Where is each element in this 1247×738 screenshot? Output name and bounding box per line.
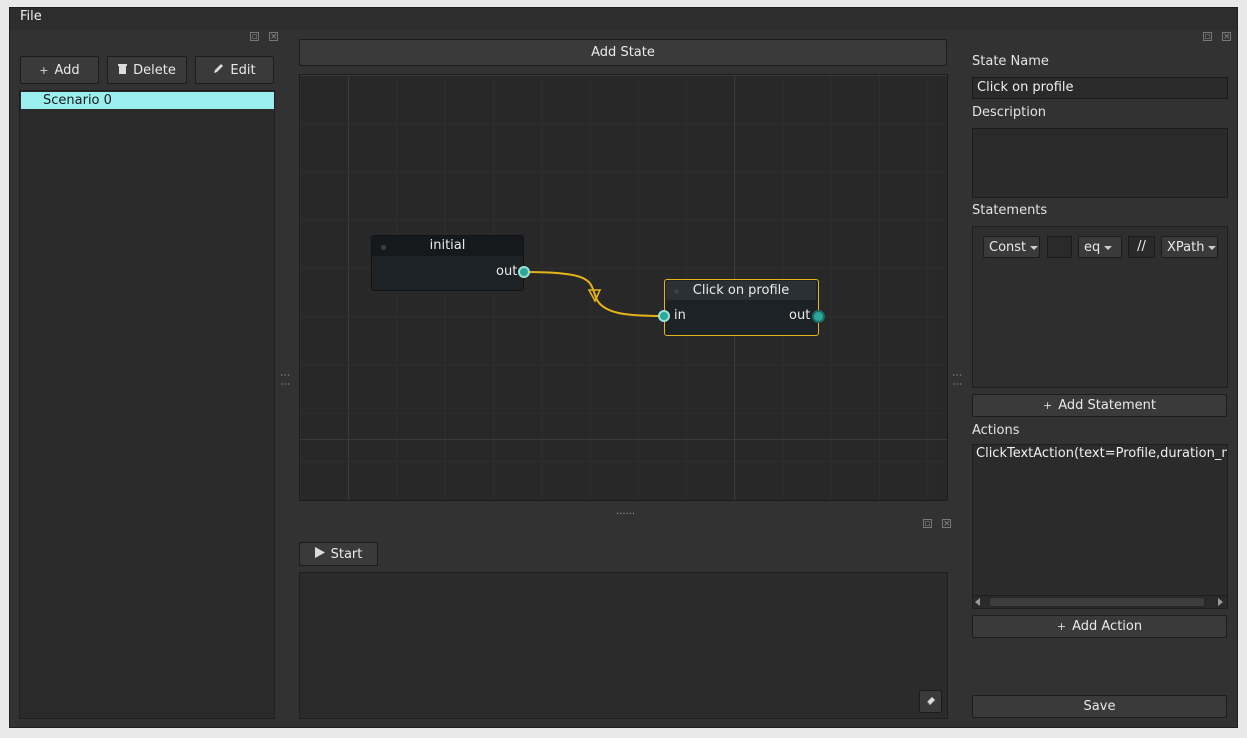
dock-close-icon[interactable]: ×	[1222, 32, 1231, 42]
input-port[interactable]	[658, 310, 670, 322]
state-name-input[interactable]: Click on profile	[972, 77, 1228, 99]
right-splitter-handle[interactable]: ⋮⋮	[951, 370, 962, 390]
list-item-action[interactable]: ClickTextAction(text=Profile,duration_ms…	[976, 446, 1227, 461]
description-textarea[interactable]	[972, 128, 1228, 198]
state-node-initial[interactable]: initial out	[371, 235, 530, 291]
node-title: initial	[429, 238, 466, 253]
state-node-click-on-profile[interactable]: Click on profile in out	[658, 279, 825, 336]
add-scenario-button[interactable]: + Add	[20, 56, 99, 84]
runner-output	[299, 572, 948, 719]
state-name-label: State Name	[972, 54, 1049, 69]
list-item-scenario[interactable]: Scenario 0	[21, 92, 274, 109]
scroll-right-icon[interactable]	[1218, 598, 1223, 606]
edge-initial-to-click	[524, 271, 665, 317]
scroll-left-icon[interactable]	[975, 598, 980, 606]
scenario-list: Scenario 0	[19, 90, 275, 719]
add-action-button[interactable]: + Add Action	[972, 615, 1227, 638]
node-in-label: in	[674, 308, 686, 323]
dock-close-icon[interactable]: ×	[269, 32, 278, 42]
statement-left-type-select[interactable]: Const	[983, 236, 1040, 258]
statements-list: Const eq // XPath	[972, 226, 1228, 388]
add-state-button[interactable]: Add State	[299, 39, 947, 66]
pencil-icon	[213, 63, 224, 77]
node-out-label: out	[789, 308, 811, 323]
menu-bar	[10, 8, 1237, 30]
bottom-splitter-handle[interactable]: ······	[616, 509, 636, 520]
save-button[interactable]: Save	[972, 695, 1227, 718]
chevron-down-icon	[1208, 245, 1217, 250]
add-statement-button[interactable]: + Add Statement	[972, 394, 1227, 417]
dock-close-icon[interactable]: ×	[942, 519, 951, 529]
left-splitter-handle[interactable]: ⋮⋮	[279, 370, 290, 390]
clear-output-button[interactable]	[919, 690, 942, 713]
start-button[interactable]: Start	[299, 542, 378, 566]
chevron-down-icon	[1104, 245, 1113, 250]
plus-icon: +	[1043, 399, 1053, 412]
statement-right-value-input[interactable]: //	[1128, 236, 1155, 258]
trash-icon	[118, 63, 128, 77]
state-graph-canvas[interactable]: initial out Click on profile in out	[299, 74, 948, 501]
description-label: Description	[972, 105, 1047, 120]
node-title: Click on profile	[692, 283, 790, 298]
edit-scenario-button[interactable]: Edit	[195, 56, 274, 84]
output-port[interactable]	[518, 266, 530, 278]
dock-float-icon[interactable]: ▫	[1203, 32, 1212, 42]
node-out-label: out	[496, 264, 518, 279]
menu-file[interactable]: File	[20, 9, 42, 24]
plus-icon: +	[1056, 620, 1067, 633]
statements-label: Statements	[972, 203, 1048, 218]
chevron-down-icon	[1030, 245, 1039, 250]
play-icon	[314, 547, 325, 561]
plus-icon: +	[39, 63, 49, 77]
delete-scenario-button[interactable]: Delete	[107, 56, 187, 84]
dock-float-icon[interactable]: ▫	[923, 519, 932, 529]
dock-float-icon[interactable]: ▫	[250, 32, 259, 42]
eraser-icon	[925, 694, 937, 710]
statement-left-value-input[interactable]	[1047, 236, 1072, 258]
statement-operator-select[interactable]: eq	[1078, 236, 1122, 258]
actions-list: ClickTextAction(text=Profile,duration_ms…	[972, 444, 1228, 609]
scrollbar-thumb[interactable]	[989, 597, 1205, 607]
actions-label: Actions	[972, 423, 1020, 438]
output-port[interactable]	[812, 310, 825, 323]
horizontal-scrollbar[interactable]	[973, 595, 1227, 608]
statement-right-type-select[interactable]: XPath	[1161, 236, 1218, 258]
